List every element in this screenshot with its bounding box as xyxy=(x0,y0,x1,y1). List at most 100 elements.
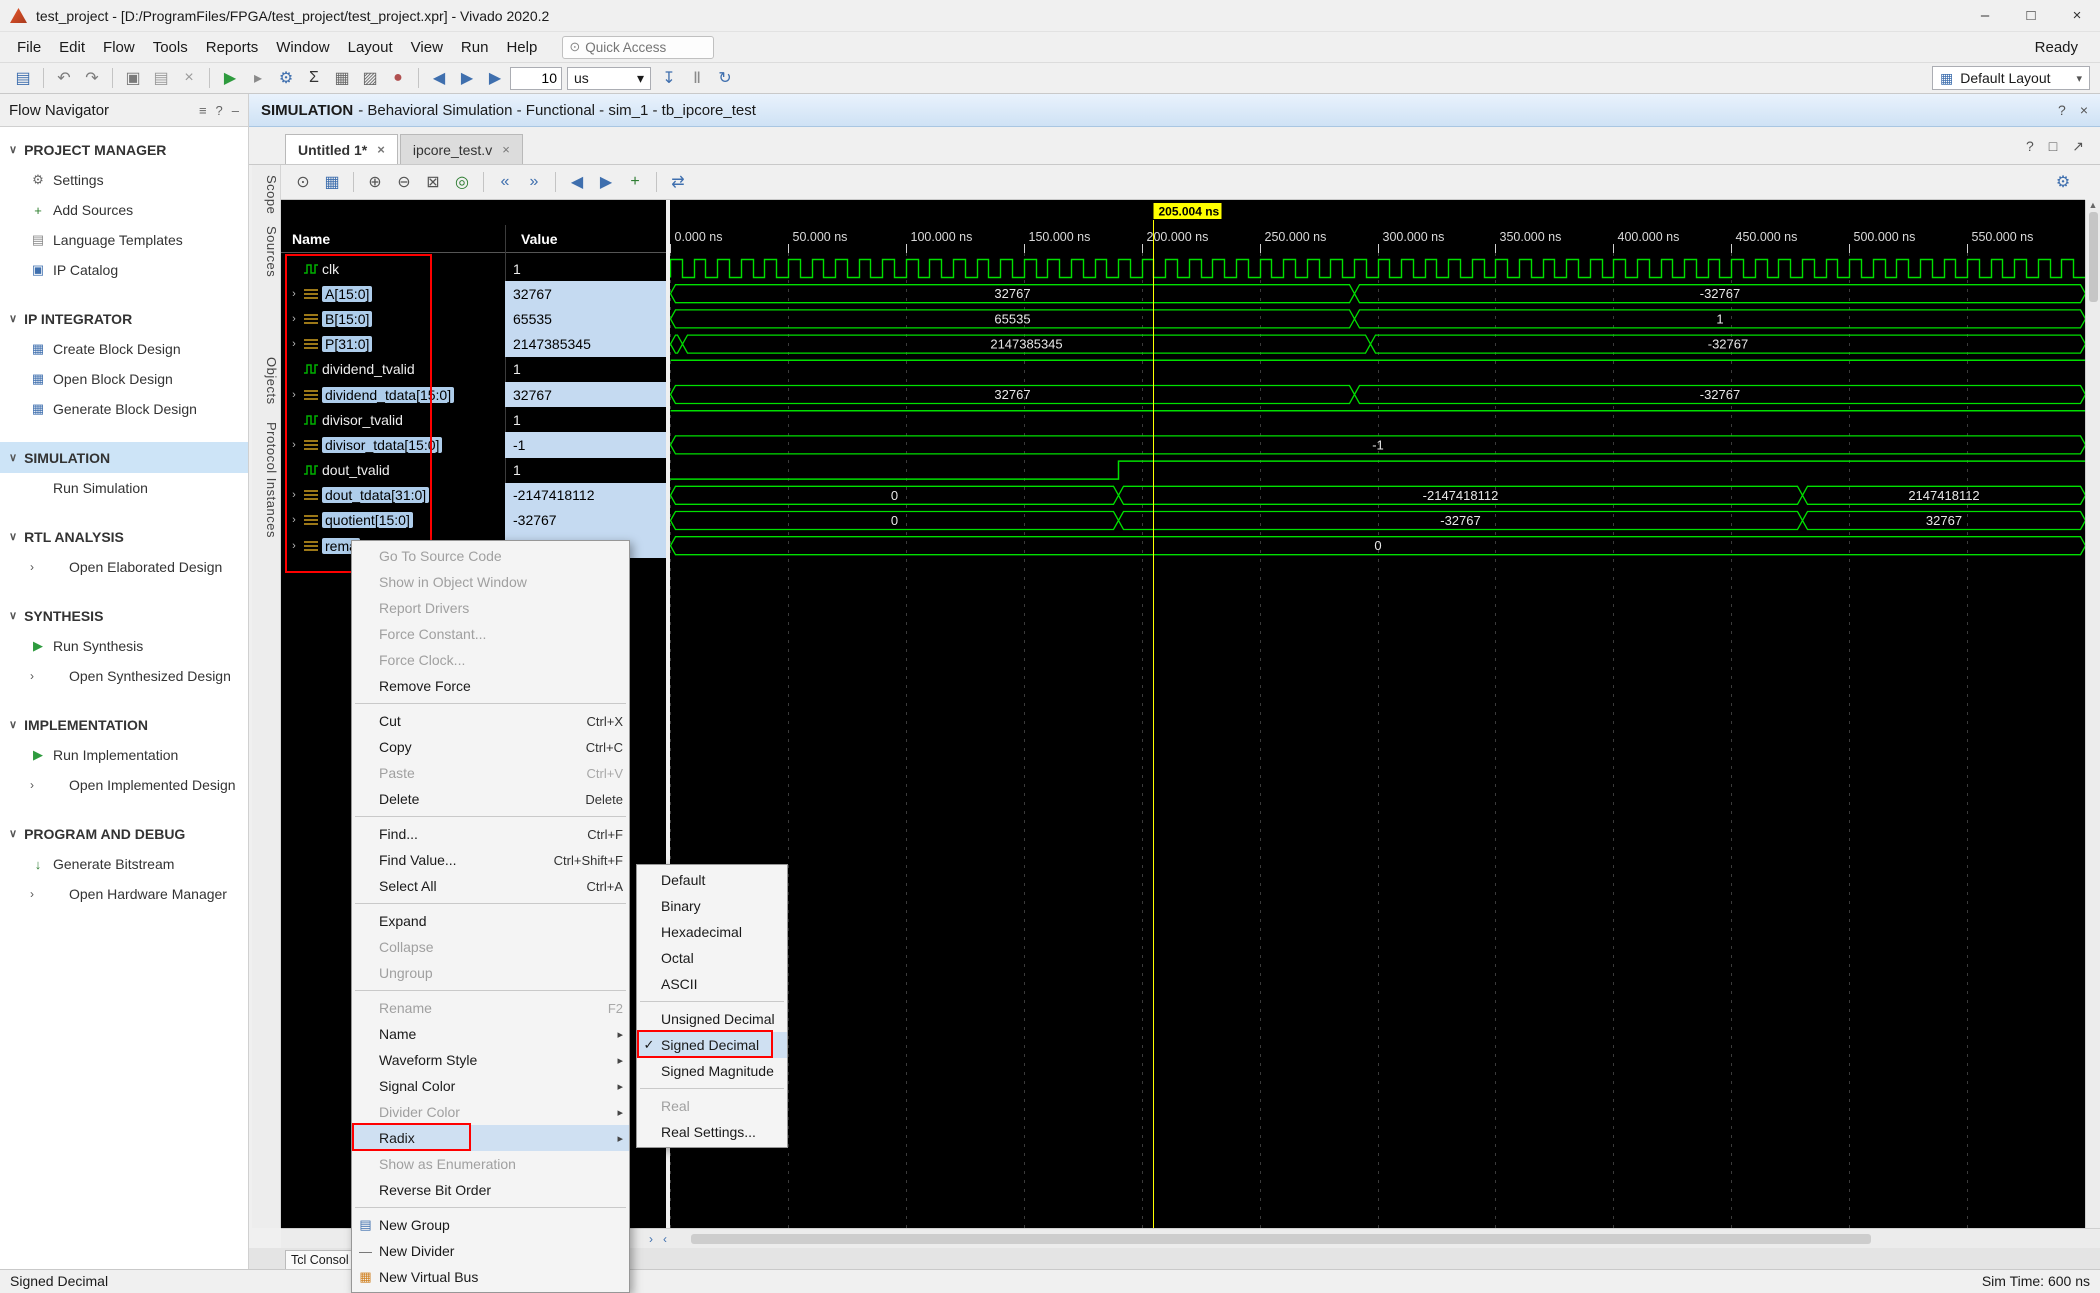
radix-option-ascii[interactable]: ASCII xyxy=(637,971,787,997)
flownav-title-simulation[interactable]: ∨SIMULATION xyxy=(0,442,248,473)
close-icon[interactable]: × xyxy=(2080,102,2088,118)
run-time-input[interactable] xyxy=(510,67,562,90)
context-menu-item-find[interactable]: Find...Ctrl+F xyxy=(352,821,629,847)
sim-restart-icon[interactable]: ◀ xyxy=(426,65,452,91)
menu-reports[interactable]: Reports xyxy=(197,34,268,61)
flownav-title-project-manager[interactable]: ∨PROJECT MANAGER xyxy=(0,134,248,165)
signal-name-cell[interactable]: ›B[15:0] xyxy=(281,306,505,331)
flownav-title-program-and-debug[interactable]: ∨PROGRAM AND DEBUG xyxy=(0,818,248,849)
expand-arrow-icon[interactable]: › xyxy=(288,439,300,451)
close-button[interactable]: × xyxy=(2054,0,2100,31)
radix-option-hexadecimal[interactable]: Hexadecimal xyxy=(637,919,787,945)
flownav-item-open-hardware-manager[interactable]: ›Open Hardware Manager xyxy=(0,879,248,909)
signal-name-cell[interactable]: ›dout_tdata[31:0] xyxy=(281,483,505,508)
scroll-up-icon[interactable]: ▲ xyxy=(2086,200,2100,210)
next-transition-icon[interactable]: ▶ xyxy=(593,169,619,195)
flownav-item-open-implemented-design[interactable]: ›Open Implemented Design xyxy=(0,770,248,800)
signal-row-b-15-0[interactable]: ›B[15:0]65535 xyxy=(281,306,666,331)
context-menu-item-name[interactable]: Name▸ xyxy=(352,1021,629,1047)
signal-row-clk[interactable]: clk1 xyxy=(281,256,666,281)
zoom-to-cursor-icon[interactable]: ◎ xyxy=(449,169,475,195)
signal-row-quotient-15-0[interactable]: ›quotient[15:0]-32767 xyxy=(281,508,666,533)
flownav-item-generate-block-design[interactable]: ▦Generate Block Design xyxy=(0,394,248,424)
context-menu-item-signal-color[interactable]: Signal Color▸ xyxy=(352,1073,629,1099)
sim-run-for-icon[interactable]: ▶ xyxy=(482,65,508,91)
edit-icon[interactable]: ▨ xyxy=(357,65,383,91)
side-tab-objects[interactable]: Objects xyxy=(254,352,279,410)
flownav-item-create-block-design[interactable]: ▦Create Block Design xyxy=(0,334,248,364)
menu-layout[interactable]: Layout xyxy=(339,34,402,61)
flownav-item-language-templates[interactable]: ▤Language Templates xyxy=(0,225,248,255)
signal-name-cell[interactable]: ›dividend_tdata[15:0] xyxy=(281,382,505,407)
menu-flow[interactable]: Flow xyxy=(94,34,144,61)
scrollbar-thumb[interactable] xyxy=(2089,212,2098,302)
context-menu-item-new-virtual-bus[interactable]: ▦New Virtual Bus xyxy=(352,1264,629,1290)
signal-name-cell[interactable]: divisor_tvalid xyxy=(281,407,505,432)
radix-option-signed-magnitude[interactable]: Signed Magnitude xyxy=(637,1058,787,1084)
sum-icon[interactable]: Σ xyxy=(301,65,327,91)
menu-window[interactable]: Window xyxy=(267,34,338,61)
context-menu-item-new-divider[interactable]: —New Divider xyxy=(352,1238,629,1264)
flownav-title-synthesis[interactable]: ∨SYNTHESIS xyxy=(0,600,248,631)
undo-icon[interactable]: ↶ xyxy=(51,65,77,91)
sim-run-all-icon[interactable]: ▶ xyxy=(454,65,480,91)
settings-gear-icon[interactable]: ⚙ xyxy=(273,65,299,91)
waveform-canvas[interactable]: 0.000 ns50.000 ns100.000 ns150.000 ns200… xyxy=(670,200,2085,1228)
zoom-fit-icon[interactable]: ⊠ xyxy=(420,169,446,195)
swap-cursors-icon[interactable]: ⇄ xyxy=(665,169,691,195)
context-menu-item-waveform-style[interactable]: Waveform Style▸ xyxy=(352,1047,629,1073)
flownav-item-run-simulation[interactable]: Run Simulation xyxy=(0,473,248,503)
run-icon[interactable]: ▶ xyxy=(217,65,243,91)
radix-option-unsigned-decimal[interactable]: Unsigned Decimal xyxy=(637,1006,787,1032)
quick-access-search[interactable]: ⊙ xyxy=(562,36,714,59)
signal-name-cell[interactable]: ›quotient[15:0] xyxy=(281,508,505,533)
context-menu-item-select-all[interactable]: Select AllCtrl+A xyxy=(352,873,629,899)
goto-time-end-icon[interactable]: » xyxy=(521,169,547,195)
context-menu-item-reverse-bit-order[interactable]: Reverse Bit Order xyxy=(352,1177,629,1203)
flownav-item-open-synthesized-design[interactable]: ›Open Synthesized Design xyxy=(0,661,248,691)
signal-name-cell[interactable]: clk xyxy=(281,256,505,281)
context-menu-item-cut[interactable]: CutCtrl+X xyxy=(352,708,629,734)
signal-name-cell[interactable]: ›divisor_tdata[15:0] xyxy=(281,432,505,457)
help-icon[interactable]: ? xyxy=(2058,102,2066,118)
context-menu-item-delete[interactable]: DeleteDelete xyxy=(352,786,629,812)
sim-step-icon[interactable]: ↧ xyxy=(656,65,682,91)
side-tab-protocol-instances[interactable]: Protocol Instances xyxy=(254,417,279,543)
menu-edit[interactable]: Edit xyxy=(50,34,94,61)
flownav-item-open-block-design[interactable]: ▦Open Block Design xyxy=(0,364,248,394)
find-icon[interactable]: ⊙ xyxy=(290,169,316,195)
context-menu-item-radix[interactable]: Radix▸ xyxy=(352,1125,629,1151)
tab-untitled-1[interactable]: Untitled 1*× xyxy=(285,134,398,164)
redo-icon[interactable]: ↷ xyxy=(79,65,105,91)
zoom-in-icon[interactable]: ⊕ xyxy=(362,169,388,195)
menu-help[interactable]: Help xyxy=(497,34,546,61)
delete-icon[interactable]: × xyxy=(176,65,202,91)
layout-select[interactable]: ▦ Default Layout ▾ xyxy=(1932,66,2090,90)
signal-row-dividend-tdata-15-0[interactable]: ›dividend_tdata[15:0]32767 xyxy=(281,382,666,407)
add-marker-icon[interactable]: + xyxy=(622,169,648,195)
radix-option-binary[interactable]: Binary xyxy=(637,893,787,919)
side-tab-sources[interactable]: Sources xyxy=(254,221,279,282)
signal-name-cell[interactable]: dout_tvalid xyxy=(281,458,505,483)
menu-tools[interactable]: Tools xyxy=(144,34,197,61)
sim-relaunch-icon[interactable]: ↻ xyxy=(712,65,738,91)
toggle-icon[interactable]: ≡ xyxy=(199,103,207,118)
radix-option-signed-decimal[interactable]: ✓Signed Decimal xyxy=(637,1032,787,1058)
menu-run[interactable]: Run xyxy=(452,34,498,61)
expand-arrow-icon[interactable]: › xyxy=(288,489,300,501)
expand-arrow-icon[interactable]: › xyxy=(288,389,300,401)
signal-name-cell[interactable]: ›A[15:0] xyxy=(281,281,505,306)
expand-arrow-icon[interactable]: › xyxy=(288,288,300,300)
tab-ipcore-test-v[interactable]: ipcore_test.v× xyxy=(400,134,523,164)
help-icon[interactable]: ? xyxy=(2026,138,2034,155)
signal-name-cell[interactable]: ›P[31:0] xyxy=(281,332,505,357)
radix-option-default[interactable]: Default xyxy=(637,867,787,893)
close-icon[interactable]: × xyxy=(377,142,385,157)
save-waveform-icon[interactable]: ▦ xyxy=(319,169,345,195)
signal-row-dout-tvalid[interactable]: dout_tvalid1 xyxy=(281,458,666,483)
tab-tcl-console[interactable]: Tcl Consol xyxy=(285,1250,355,1269)
minimize-button[interactable]: – xyxy=(1962,0,2008,31)
prev-transition-icon[interactable]: ◀ xyxy=(564,169,590,195)
expand-arrow-icon[interactable]: › xyxy=(288,514,300,526)
stop-icon[interactable]: ▸ xyxy=(245,65,271,91)
